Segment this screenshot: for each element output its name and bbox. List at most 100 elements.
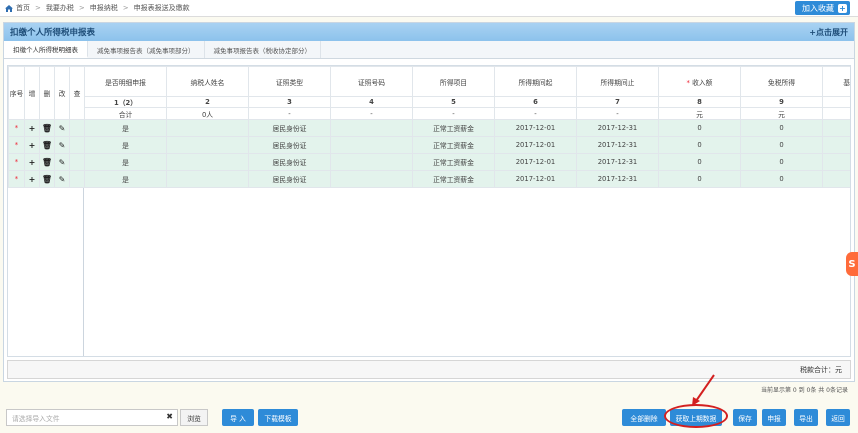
tab-withholding-detail[interactable]: 扣缴个人所得税明细表 <box>4 41 88 58</box>
cell-income[interactable]: 0 <box>658 119 741 137</box>
add-row-icon[interactable]: + <box>24 119 40 137</box>
cell-period-start[interactable]: 2017-12-01 <box>494 153 577 171</box>
expand-button[interactable]: +点击展开 <box>809 27 848 38</box>
panel-header: 扣缴个人所得税申报表 +点击展开 <box>4 23 854 41</box>
delete-all-button[interactable]: 全部删除 <box>622 409 666 426</box>
cell-name[interactable] <box>166 119 249 137</box>
clear-file-icon[interactable]: ✖ <box>166 412 173 421</box>
cell-income-item[interactable]: 正常工资薪金 <box>412 119 495 137</box>
cell-id-number[interactable] <box>330 170 413 188</box>
save-button[interactable]: 保存 <box>733 409 757 426</box>
cell-name[interactable] <box>166 153 249 171</box>
home-icon[interactable] <box>5 4 13 12</box>
cell-income[interactable]: 0 <box>658 170 741 188</box>
total-cell: 0人 <box>166 107 249 120</box>
breadcrumb: 首页 > 我要办税 > 申报纳税 > 申报表报送及缴款 <box>5 3 190 13</box>
grid-scroll-area[interactable]: 是否明细申报 纳税人姓名 证照类型 证照号码 所得项目 所得期间起 所得期间止 … <box>84 66 850 356</box>
cell-pension[interactable] <box>822 119 850 137</box>
row-controls: * + 🗑 ✎ <box>8 170 85 188</box>
cell-income-item[interactable]: 正常工资薪金 <box>412 153 495 171</box>
cell-period-end[interactable]: 2017-12-31 <box>576 119 659 137</box>
cell-id-number[interactable] <box>330 153 413 171</box>
cell-tax-free[interactable]: 0 <box>740 136 823 154</box>
header-index: 序号 <box>8 66 25 120</box>
table-row[interactable]: 是 居民身份证 正常工资薪金 2017-12-01 2017-12-31 0 0 <box>84 153 850 171</box>
header-view: 查 <box>69 66 85 120</box>
cell-name[interactable] <box>166 136 249 154</box>
table-row[interactable]: 是 居民身份证 正常工资薪金 2017-12-01 2017-12-31 0 0 <box>84 136 850 154</box>
delete-row-icon[interactable]: 🗑 <box>39 153 55 171</box>
cell-id-number[interactable] <box>330 119 413 137</box>
cell-tax-free[interactable]: 0 <box>740 153 823 171</box>
cell-id-type[interactable]: 居民身份证 <box>248 119 331 137</box>
cell-id-number[interactable] <box>330 136 413 154</box>
browse-button[interactable]: 浏览 <box>180 409 208 426</box>
declare-button[interactable]: 申报 <box>762 409 786 426</box>
edit-row-icon[interactable]: ✎ <box>54 170 70 188</box>
col-num <box>822 96 850 108</box>
cell-period-start[interactable]: 2017-12-01 <box>494 136 577 154</box>
back-button[interactable]: 返回 <box>826 409 850 426</box>
delete-row-icon[interactable]: 🗑 <box>39 119 55 137</box>
cell-period-end[interactable]: 2017-12-31 <box>576 136 659 154</box>
export-button[interactable]: 导出 <box>794 409 818 426</box>
cell-detail[interactable]: 是 <box>84 136 167 154</box>
delete-row-icon[interactable]: 🗑 <box>39 136 55 154</box>
cell-pension[interactable] <box>822 170 850 188</box>
col-num: 7 <box>576 96 659 108</box>
breadcrumb-tax[interactable]: 我要办税 <box>46 3 74 13</box>
tab-exemption-items[interactable]: 减免事项报告表（减免事项部分） <box>88 41 205 58</box>
col-header-income-item: 所得项目 <box>412 66 495 97</box>
cell-income-item[interactable]: 正常工资薪金 <box>412 136 495 154</box>
col-header-id-number: 证照号码 <box>330 66 413 97</box>
download-template-button[interactable]: 下载模板 <box>258 409 298 426</box>
edit-row-icon[interactable]: ✎ <box>54 136 70 154</box>
cell-detail[interactable]: 是 <box>84 170 167 188</box>
tab-treaty-items[interactable]: 减免事项报告表（税收协定部分） <box>205 41 321 58</box>
col-num: 9 <box>740 96 823 108</box>
col-num: 1（2） <box>84 96 167 108</box>
cell-detail[interactable]: 是 <box>84 153 167 171</box>
cell-income[interactable]: 0 <box>658 153 741 171</box>
cell-period-end[interactable]: 2017-12-31 <box>576 170 659 188</box>
side-widget-icon[interactable]: S <box>846 252 858 276</box>
tax-total-bar: 税款合计：元 <box>7 360 851 379</box>
add-row-icon[interactable]: + <box>24 136 40 154</box>
row-controls: * + 🗑 ✎ <box>8 136 85 154</box>
edit-row-icon[interactable]: ✎ <box>54 119 70 137</box>
cell-name[interactable] <box>166 170 249 188</box>
copy-last-period-button[interactable]: 获取上期数据 <box>670 409 722 426</box>
table-row[interactable]: 是 居民身份证 正常工资薪金 2017-12-01 2017-12-31 0 0 <box>84 119 850 137</box>
add-row-icon[interactable]: + <box>24 153 40 171</box>
cell-tax-free[interactable]: 0 <box>740 119 823 137</box>
row-controls: * + 🗑 ✎ <box>8 119 85 137</box>
cell-pension[interactable] <box>822 153 850 171</box>
cell-id-type[interactable]: 居民身份证 <box>248 136 331 154</box>
table-row[interactable]: 是 居民身份证 正常工资薪金 2017-12-01 2017-12-31 0 0 <box>84 170 850 188</box>
edit-row-icon[interactable]: ✎ <box>54 153 70 171</box>
import-file-input[interactable]: 请选择导入文件 ✖ <box>6 409 178 426</box>
cell-detail[interactable]: 是 <box>84 119 167 137</box>
cell-income-item[interactable]: 正常工资薪金 <box>412 170 495 188</box>
add-favorite-button[interactable]: 加入收藏 + <box>795 1 850 15</box>
col-header-period-end: 所得期间止 <box>576 66 659 97</box>
cell-income[interactable]: 0 <box>658 136 741 154</box>
col-num: 6 <box>494 96 577 108</box>
row-mark: * <box>8 170 25 188</box>
add-row-icon[interactable]: + <box>24 170 40 188</box>
total-cell: 合计 <box>84 107 167 120</box>
cell-tax-free[interactable]: 0 <box>740 170 823 188</box>
cell-period-start[interactable]: 2017-12-01 <box>494 170 577 188</box>
cell-period-end[interactable]: 2017-12-31 <box>576 153 659 171</box>
import-button[interactable]: 导 入 <box>222 409 254 426</box>
breadcrumb-declare[interactable]: 申报纳税 <box>90 3 118 13</box>
header-add: 增 <box>24 66 40 120</box>
total-cell: - <box>330 107 413 120</box>
header-edit: 改 <box>54 66 70 120</box>
delete-row-icon[interactable]: 🗑 <box>39 170 55 188</box>
cell-period-start[interactable]: 2017-12-01 <box>494 119 577 137</box>
cell-id-type[interactable]: 居民身份证 <box>248 153 331 171</box>
cell-id-type[interactable]: 居民身份证 <box>248 170 331 188</box>
cell-pension[interactable] <box>822 136 850 154</box>
breadcrumb-home[interactable]: 首页 <box>16 3 30 13</box>
